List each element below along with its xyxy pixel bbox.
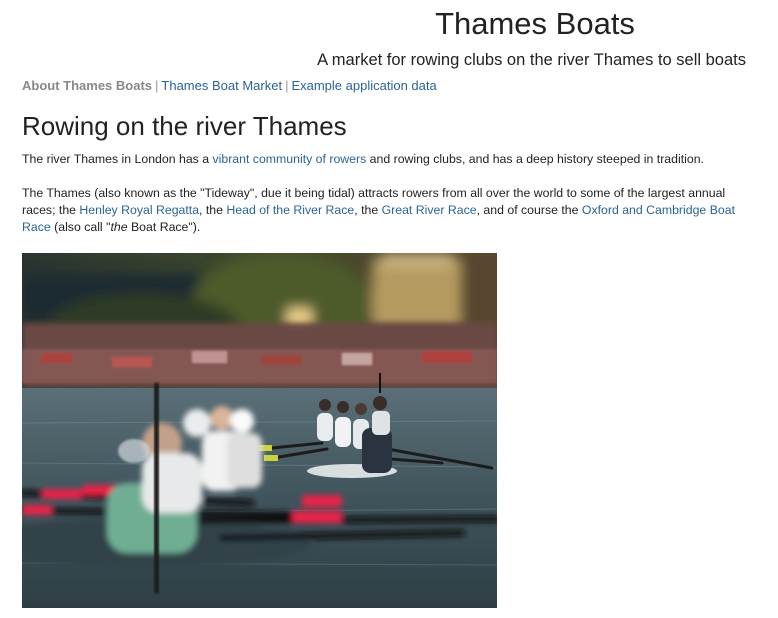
- rowing-photo-illustration: [22, 253, 497, 608]
- races-text-3: , the: [354, 203, 382, 217]
- nav-item-boat-market[interactable]: Thames Boat Market: [161, 78, 282, 93]
- nav-item-example-data[interactable]: Example application data: [291, 78, 436, 93]
- page-title: Rowing on the river Thames: [22, 111, 347, 141]
- nav-item-about[interactable]: About Thames Boats: [22, 78, 152, 93]
- link-community-of-rowers[interactable]: vibrant community of rowers: [212, 152, 366, 166]
- site-title: Thames Boats: [435, 6, 635, 41]
- nav-separator: |: [155, 78, 159, 93]
- races-text-6: Boat Race").: [127, 220, 201, 234]
- link-head-of-the-river-race[interactable]: Head of the River Race: [226, 203, 354, 217]
- intro-text-1: The river Thames in London has a: [22, 152, 213, 166]
- breadcrumb-nav: About Thames Boats | Thames Boat Market | Ex…: [22, 78, 437, 93]
- intro-text-2: and rowing clubs, and has a deep history…: [366, 152, 704, 166]
- races-emphasis: the: [110, 220, 128, 234]
- nav-separator: |: [285, 78, 289, 93]
- intro-paragraph: The river Thames in London has a vibrant…: [22, 151, 762, 168]
- races-text-2: , the: [199, 203, 227, 217]
- races-text-4: , and of course the: [476, 203, 582, 217]
- races-paragraph: The Thames (also known as the "Tideway",…: [22, 185, 762, 236]
- link-henley-royal-regatta[interactable]: Henley Royal Regatta: [79, 203, 199, 217]
- races-text-5: (also call ": [50, 220, 111, 234]
- site-subtitle: A market for rowing clubs on the river T…: [317, 51, 746, 69]
- rowing-photo: [22, 253, 497, 608]
- link-great-river-race[interactable]: Great River Race: [382, 203, 477, 217]
